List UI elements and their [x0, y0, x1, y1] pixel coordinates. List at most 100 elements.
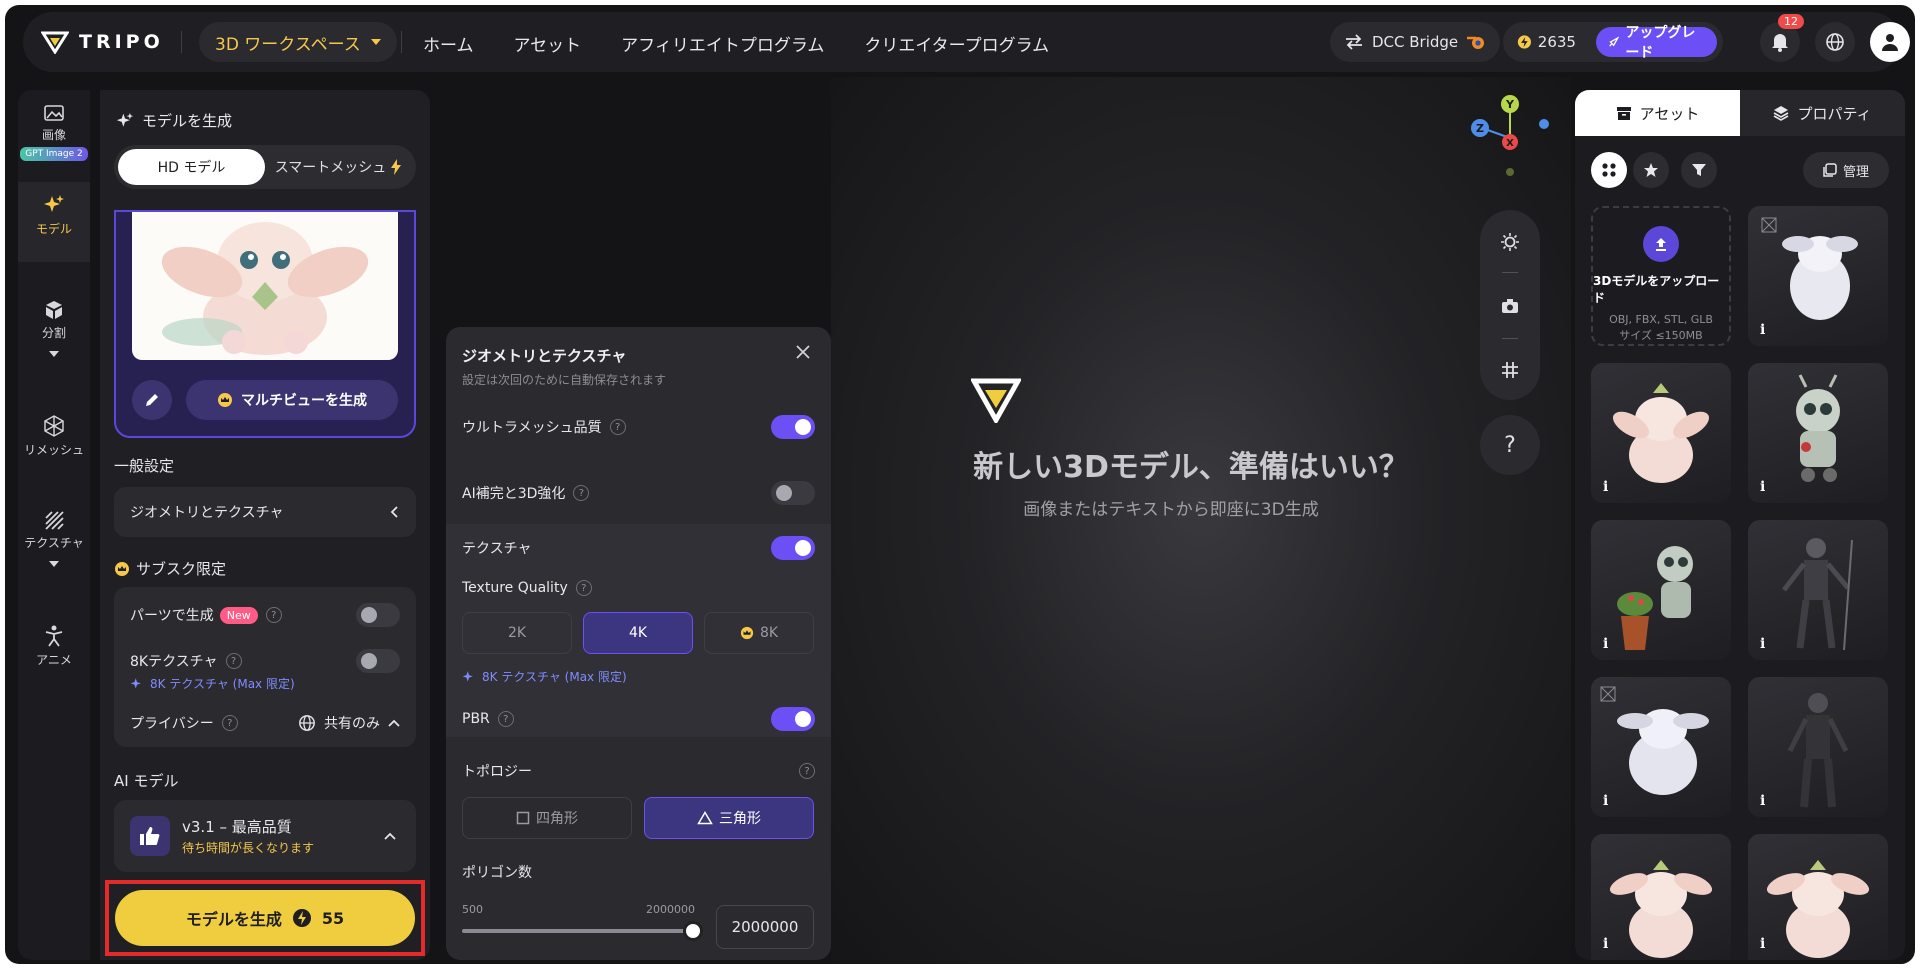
grid-button[interactable]: [1498, 358, 1522, 382]
robot-plant-model: [1617, 546, 1693, 650]
topology-triangle-button[interactable]: 三角形: [644, 797, 814, 839]
generate-parts-toggle[interactable]: [356, 603, 400, 627]
help-icon[interactable]: ?: [575, 580, 592, 596]
rail-item-image[interactable]: 画像 GPT Image 2: [18, 104, 90, 161]
asset-thumbnail[interactable]: i: [1748, 206, 1888, 346]
texture-8k-toggle[interactable]: [356, 649, 400, 673]
generate-parts-label: パーツで生成: [130, 608, 214, 624]
rail-item-split[interactable]: 分割: [18, 300, 90, 357]
polygon-slider-track[interactable]: [462, 929, 694, 933]
axis-gizmo[interactable]: Y Z X: [1460, 90, 1560, 180]
info-icon[interactable]: i: [1603, 936, 1608, 952]
texture-8k-label: 8Kテクスチャ: [130, 654, 218, 670]
user-avatar-button[interactable]: [1870, 22, 1910, 62]
brand-logo[interactable]: TRIPO: [41, 30, 164, 54]
view-all-button[interactable]: [1591, 152, 1627, 188]
asset-thumbnail[interactable]: i: [1591, 834, 1731, 960]
generate-label: モデルを生成: [185, 910, 282, 929]
popover-title: ジオメトリとテクスチャ: [462, 347, 627, 365]
help-icon[interactable]: ?: [799, 763, 815, 779]
app-window: TRIPO 3D ワークスペース ホーム アセット アフィリエイトプログラム ク…: [5, 5, 1915, 964]
ultra-mesh-toggle[interactable]: [771, 415, 815, 439]
tab-assets[interactable]: アセット: [1575, 90, 1740, 136]
rail-item-remesh[interactable]: リメッシュ: [18, 415, 90, 458]
asset-thumbnail[interactable]: i: [1591, 677, 1731, 817]
generate-model-button[interactable]: モデルを生成 55: [115, 890, 415, 946]
rail-item-texture[interactable]: テクスチャ: [18, 510, 90, 567]
mode-smart-label: スマートメッシュ: [274, 160, 387, 176]
polygon-count-row: ポリゴン数: [462, 862, 815, 882]
help-icon[interactable]: ?: [225, 653, 242, 669]
main-nav: ホーム アセット アフィリエイトプログラム クリエイタープログラム: [423, 31, 1049, 56]
workspace-dropdown[interactable]: 3D ワークスペース: [199, 22, 397, 62]
notifications-button[interactable]: 12: [1760, 14, 1804, 62]
asset-thumbnail[interactable]: i: [1748, 520, 1888, 660]
mode-smart-mesh[interactable]: スマートメッシュ: [265, 149, 412, 185]
nav-home[interactable]: ホーム: [423, 31, 474, 56]
info-icon[interactable]: i: [1760, 322, 1765, 338]
language-button[interactable]: [1815, 22, 1855, 62]
asset-thumbnail[interactable]: i: [1748, 677, 1888, 817]
bell-icon: [1772, 34, 1788, 52]
generate-highlight: モデルを生成 55: [105, 880, 425, 956]
ai-complete-label: AI補完と3D強化: [462, 486, 566, 502]
geometry-texture-row[interactable]: ジオメトリとテクスチャ: [114, 487, 416, 537]
help-icon[interactable]: ?: [497, 711, 514, 727]
topology-quad-button[interactable]: 四角形: [462, 797, 632, 839]
filter-button[interactable]: [1681, 152, 1717, 188]
quality-8k-button[interactable]: 8K: [704, 612, 814, 654]
rail-item-model[interactable]: モデル: [18, 182, 90, 262]
quality-2k-button[interactable]: 2K: [462, 612, 572, 654]
edit-image-button[interactable]: [132, 380, 172, 420]
privacy-dropdown[interactable]: 共有のみ: [298, 713, 400, 733]
close-icon[interactable]: [796, 345, 810, 359]
nav-assets[interactable]: アセット: [514, 31, 582, 56]
info-icon[interactable]: i: [1760, 936, 1765, 952]
topology-triangle-label: 三角形: [719, 811, 761, 827]
nav-affiliate[interactable]: アフィリエイトプログラム: [621, 31, 824, 56]
globe-icon: [1826, 33, 1844, 51]
help-icon[interactable]: ?: [609, 419, 626, 435]
manage-button[interactable]: 管理: [1803, 152, 1889, 188]
help-icon[interactable]: ?: [573, 485, 590, 501]
swap-icon: [1346, 34, 1362, 50]
ai-model-selector[interactable]: v3.1 – 最高品質 待ち時間が長くなります: [114, 800, 416, 872]
asset-thumbnail[interactable]: i: [1748, 834, 1888, 960]
help-button[interactable]: ?: [1480, 415, 1540, 475]
texture-toggle[interactable]: [771, 536, 815, 560]
help-icon[interactable]: ?: [221, 715, 238, 731]
3d-viewport[interactable]: 新しい3Dモデル、準備はいい？ 画像またはテキストから即座に3D生成: [831, 77, 1571, 964]
asset-thumbnail[interactable]: i: [1748, 363, 1888, 503]
texture-icon: [45, 511, 64, 530]
rail-item-animation[interactable]: アニメ: [18, 625, 90, 668]
info-icon[interactable]: i: [1603, 479, 1608, 495]
info-icon[interactable]: i: [1760, 479, 1765, 495]
help-icon[interactable]: ?: [265, 607, 282, 623]
quality-4k-button[interactable]: 4K: [583, 612, 693, 654]
info-icon[interactable]: i: [1603, 636, 1608, 652]
info-icon[interactable]: i: [1603, 793, 1608, 809]
upload-size: サイズ ≤150MB: [1619, 329, 1703, 342]
input-image-preview[interactable]: [132, 212, 398, 360]
camera-button[interactable]: [1498, 294, 1522, 318]
cube-icon: [46, 301, 62, 319]
upload-model-card[interactable]: 3Dモデルをアップロード OBJ, FBX, STL, GLB サイズ ≤150…: [1591, 206, 1731, 346]
polygon-count-input[interactable]: 2000000: [716, 905, 814, 949]
nav-creator[interactable]: クリエイタープログラム: [864, 31, 1049, 56]
tab-properties[interactable]: プロパティ: [1740, 90, 1905, 136]
pbr-toggle[interactable]: [771, 707, 815, 731]
upgrade-button[interactable]: アップグレード: [1595, 25, 1717, 61]
dcc-bridge-button[interactable]: DCC Bridge: [1330, 22, 1501, 62]
asset-thumbnail[interactable]: i: [1591, 520, 1731, 660]
ai-complete-row: AI補完と3D強化 ?: [462, 481, 815, 505]
lighting-button[interactable]: [1498, 230, 1522, 254]
asset-thumbnail[interactable]: i: [1591, 363, 1731, 503]
polygon-slider-handle[interactable]: [683, 921, 703, 941]
mode-toggle: HD モデル スマートメッシュ: [114, 145, 416, 189]
info-icon[interactable]: i: [1760, 636, 1765, 652]
mode-hd[interactable]: HD モデル: [118, 149, 265, 185]
multiview-button[interactable]: マルチビューを生成: [186, 380, 398, 420]
ai-complete-toggle[interactable]: [771, 481, 815, 505]
info-icon[interactable]: i: [1760, 793, 1765, 809]
favorites-button[interactable]: [1633, 152, 1669, 188]
